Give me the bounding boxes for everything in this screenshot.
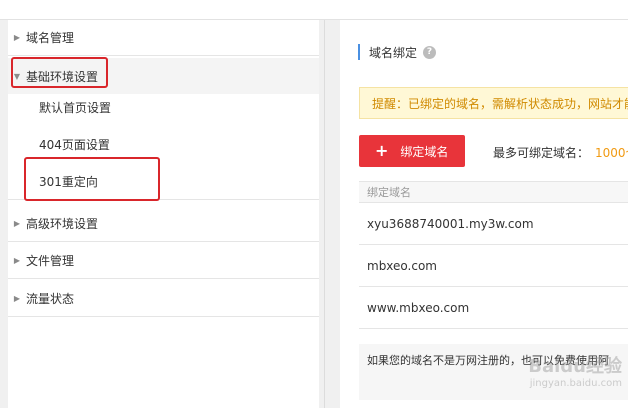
section-title: 域名绑定 — [369, 45, 418, 60]
sidebar-item-label: 流量状态 — [26, 292, 75, 306]
section-header: 域名绑定 ? — [358, 43, 437, 61]
bind-domain-button-label: 绑定域名 — [400, 144, 449, 159]
max-domains-value: 1000个 — [595, 146, 628, 160]
sidebar-item-advanced-env-settings[interactable]: ▶ 高级环境设置 — [8, 206, 319, 242]
highlight-box-basic-env — [11, 57, 108, 88]
max-domains-info: 最多可绑定域名： 1000个 — [493, 144, 628, 161]
highlight-box-301-redirect — [24, 157, 160, 201]
watermark-url: jingyan.baidu.com — [529, 378, 622, 389]
tip-banner: 提醒：已绑定的域名，需解析状态成功，网站才能 — [359, 87, 628, 119]
bound-domains-table: 绑定域名 xyu3688740001.my3w.com mbxeo.com ww… — [359, 181, 628, 329]
plus-icon: + — [375, 141, 389, 160]
sidebar-item-domain-management[interactable]: ▶ 域名管理 — [8, 20, 319, 56]
watermark-logo: Baidu经验 — [528, 356, 622, 377]
bind-domain-button[interactable]: + 绑定域名 — [359, 135, 465, 167]
watermark: Baidu经验 jingyan.baidu.com — [482, 352, 622, 402]
top-bar — [0, 0, 628, 20]
sidebar-subitem-default-homepage[interactable]: 默认首页设置 — [8, 89, 319, 125]
table-row: www.mbxeo.com — [359, 287, 628, 329]
caret-right-icon: ▶ — [13, 219, 21, 228]
help-icon[interactable]: ? — [423, 45, 437, 59]
caret-right-icon: ▶ — [13, 33, 21, 42]
table-row: mbxeo.com — [359, 245, 628, 287]
sidebar-item-label: 文件管理 — [26, 254, 75, 268]
caret-right-icon: ▶ — [13, 256, 21, 265]
section-accent-bar — [358, 44, 360, 60]
caret-right-icon: ▶ — [13, 294, 21, 303]
sidebar-item-traffic-status[interactable]: ▶ 流量状态 — [8, 281, 319, 317]
main-panel: 域名绑定 ? 提醒：已绑定的域名，需解析状态成功，网站才能 + 绑定域名 最多可… — [340, 20, 628, 408]
sidebar-item-label: 高级环境设置 — [26, 217, 99, 231]
table-header: 绑定域名 — [359, 181, 628, 203]
sidebar-item-file-management[interactable]: ▶ 文件管理 — [8, 243, 319, 279]
max-domains-label: 最多可绑定域名： — [493, 146, 590, 160]
table-row: xyu3688740001.my3w.com — [359, 203, 628, 245]
sidebar-item-label: 域名管理 — [26, 31, 75, 45]
sidebar-divider — [324, 20, 325, 408]
